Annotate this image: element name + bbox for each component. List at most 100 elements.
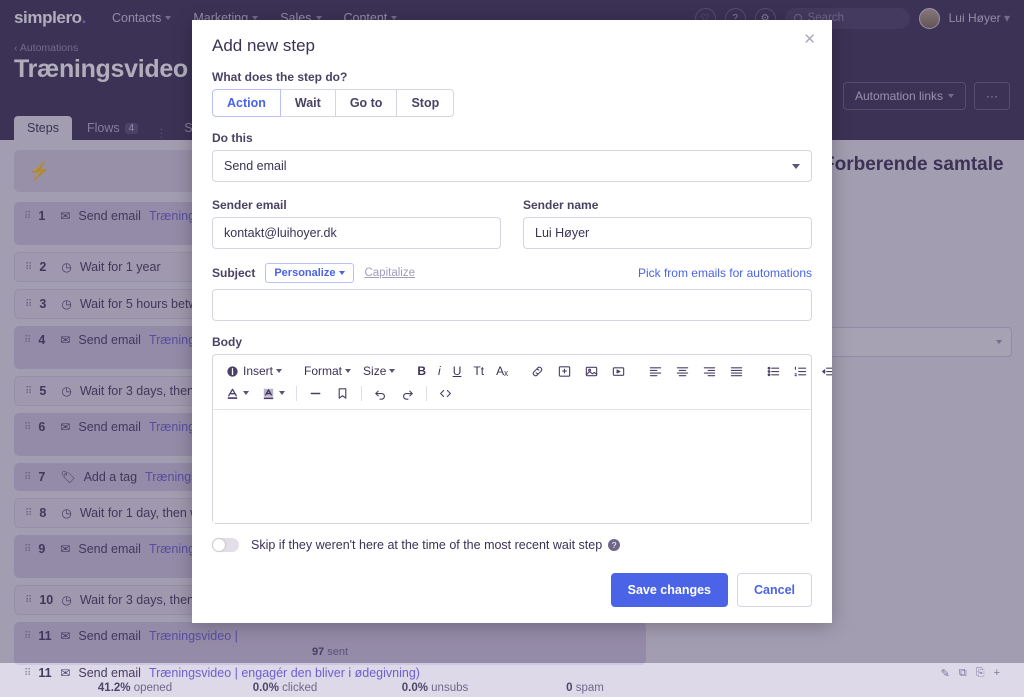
bottom-step-row[interactable]: ⠿ 11 ✉ Send email Træningsvideo | engagé…	[0, 663, 1024, 680]
help-icon[interactable]: ?	[608, 539, 621, 551]
step-type-stop-button[interactable]: Stop	[396, 89, 455, 117]
subject-label: Subject	[212, 266, 256, 280]
font-color-button[interactable]	[220, 384, 254, 403]
bookmark-button[interactable]	[330, 384, 355, 403]
skip-toggle-row: Skip if they weren't here at the time of…	[212, 538, 812, 552]
chevron-down-icon	[279, 391, 285, 395]
bottom-step-strip: ⠿ 11 ✉ Send email Træningsvideo | engagé…	[0, 663, 1024, 697]
toolbar-separator	[426, 385, 427, 401]
stat-label: spam	[575, 682, 604, 694]
undo-button[interactable]	[368, 384, 393, 403]
video-button[interactable]	[606, 362, 631, 381]
sender-email-label: Sender email	[212, 198, 287, 212]
stat-value: 41.2%	[97, 682, 131, 694]
horizontal-rule-button[interactable]	[303, 384, 328, 403]
step-type-action-button[interactable]: Action	[212, 89, 281, 117]
stat-item: 0.0% clicked	[210, 682, 360, 694]
sender-name-input[interactable]: Lui Høyer	[523, 217, 812, 249]
step-type-wait-button[interactable]: Wait	[279, 89, 336, 117]
sender-name-value: Lui Høyer	[535, 226, 590, 240]
stat-label: unsubs	[431, 682, 469, 694]
toolbar-separator	[361, 385, 362, 401]
step-link[interactable]: Træningsvideo | engagér den bliver i øde…	[149, 666, 420, 680]
toolbar-row-2	[220, 382, 804, 404]
toolbar-label: Format	[304, 364, 343, 378]
toolbar-label: Size	[363, 364, 387, 378]
align-left-button[interactable]	[643, 362, 668, 381]
cancel-button[interactable]: Cancel	[737, 573, 812, 607]
body-text-area[interactable]	[213, 410, 811, 523]
insert-button[interactable]: Insert	[220, 362, 287, 381]
format-button[interactable]: Format	[299, 362, 356, 380]
toolbar-label: Insert	[243, 364, 274, 378]
toolbar-label: Tt	[473, 364, 485, 378]
redo-button[interactable]	[395, 384, 420, 403]
pick-from-emails-link[interactable]: Pick from emails for automations	[638, 266, 812, 280]
close-icon[interactable]: ✕	[803, 32, 816, 47]
toolbar-label: Aₓ	[496, 364, 509, 378]
step-type-segmented-control: Action Wait Go to Stop	[212, 89, 812, 117]
drag-handle-icon[interactable]: ⠿	[24, 668, 31, 679]
bullet-list-button[interactable]	[761, 362, 786, 381]
stat-value: 0.0%	[252, 682, 279, 694]
skip-toggle[interactable]	[212, 538, 239, 552]
save-changes-button[interactable]: Save changes	[610, 573, 728, 607]
highlight-color-button[interactable]	[256, 384, 290, 403]
capitalize-link[interactable]: Capitalize	[364, 267, 415, 279]
align-center-button[interactable]	[670, 362, 695, 381]
sender-name-label: Sender name	[523, 198, 599, 212]
email-stats-row: 41.2% opened 0.0% clicked 0.0% unsubs 0 spa…	[0, 680, 1024, 694]
chevron-down-icon	[339, 271, 346, 275]
sender-email-input[interactable]: kontakt@luihoyer.dk	[212, 217, 501, 249]
redo-icon	[400, 386, 415, 401]
chevron-down-icon	[243, 391, 249, 395]
toolbar-row-1: Insert Format Size Bi U Tt Aₓ	[220, 360, 832, 382]
action-select-value: Send email	[224, 159, 287, 173]
personalize-button[interactable]: Personalize	[265, 263, 355, 283]
undo-icon	[373, 386, 388, 401]
outdent-button[interactable]	[815, 362, 832, 381]
copy-icon[interactable]: ⎘	[976, 667, 985, 680]
sender-fields-row: Sender email kontakt@luihoyer.dk Sender …	[212, 198, 812, 249]
modal-body: What does the step do? Action Wait Go to St…	[192, 56, 832, 561]
size-button[interactable]: Size	[358, 362, 400, 380]
italic-button[interactable]: i	[433, 362, 446, 380]
underline-button[interactable]: U	[448, 362, 467, 380]
chevron-down-icon	[792, 163, 800, 169]
personalize-label: Personalize	[274, 267, 336, 279]
stat-item: 0.0% unsubs	[360, 682, 510, 694]
file-button[interactable]	[552, 362, 577, 381]
step-type-go-to-button[interactable]: Go to	[334, 89, 398, 117]
code-icon	[438, 386, 453, 401]
clear-format-button[interactable]: Aₓ	[491, 362, 513, 380]
align-justify-button[interactable]	[724, 362, 749, 381]
stat-label: clicked	[282, 682, 318, 694]
editor-toolbar: Insert Format Size Bi U Tt Aₓ	[213, 355, 832, 410]
do-this-label: Do this	[212, 131, 253, 145]
toolbar-label: B	[417, 364, 427, 378]
duplicate-icon[interactable]: ⧉	[959, 667, 967, 680]
action-select[interactable]: Send email	[212, 150, 812, 182]
add-icon[interactable]: +	[994, 667, 1000, 680]
info-icon	[225, 364, 240, 379]
toolbar-label: U	[452, 364, 462, 378]
body-editor: Insert Format Size Bi U Tt Aₓ	[212, 354, 832, 524]
add-new-step-modal: Add new step ✕ What does the step do? Ac…	[192, 20, 832, 623]
image-button[interactable]	[579, 362, 604, 381]
numbered-list-button[interactable]	[788, 362, 813, 381]
chevron-down-icon	[345, 369, 352, 373]
highlight-color-icon	[261, 386, 276, 401]
text-style-button[interactable]: Tt	[468, 362, 489, 380]
bold-button[interactable]: B	[412, 362, 431, 380]
envelope-icon: ✉	[60, 666, 71, 680]
code-button[interactable]	[433, 384, 458, 403]
align-right-button[interactable]	[697, 362, 722, 381]
sender-name-group: Sender name Lui Høyer	[523, 198, 812, 249]
video-icon	[611, 364, 626, 379]
body-label: Body	[212, 335, 242, 349]
step-type-label: What does the step do?	[212, 70, 348, 84]
stat-value: 0	[566, 682, 573, 694]
link-button[interactable]	[525, 362, 550, 381]
edit-icon[interactable]: ✎	[941, 667, 950, 680]
subject-input[interactable]	[212, 289, 812, 321]
